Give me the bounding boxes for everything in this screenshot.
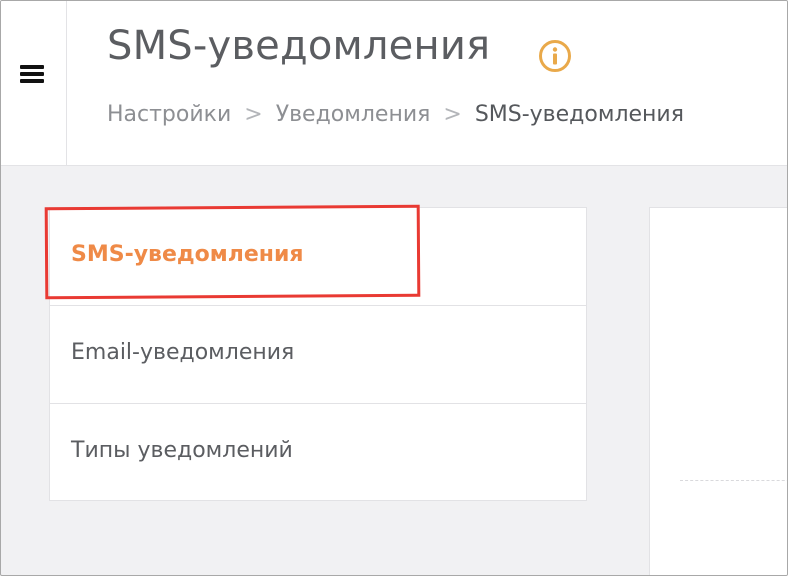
content-panel — [649, 207, 787, 575]
info-circle-icon[interactable] — [538, 39, 572, 73]
breadcrumb-item-notifications[interactable]: Уведомления — [276, 102, 431, 127]
breadcrumb: Настройки > Уведомления > SMS-уведомления — [107, 102, 684, 127]
breadcrumb-item-settings[interactable]: Настройки — [107, 102, 231, 127]
divider — [680, 480, 787, 481]
page-title: SMS-уведомления — [107, 23, 491, 69]
nav-item-label: Типы уведомлений — [71, 438, 293, 463]
breadcrumb-separator: > — [244, 102, 263, 127]
hamburger-menu-icon — [20, 65, 44, 83]
nav-item-email-notifications[interactable]: Email-уведомления — [50, 305, 586, 403]
app-window: SMS-уведомления Настройки > Уведомления > SM… — [0, 0, 788, 576]
nav-item-sms-notifications[interactable]: SMS-уведомления — [50, 208, 586, 305]
nav-item-label: SMS-уведомления — [71, 242, 304, 267]
breadcrumb-separator: > — [443, 102, 462, 127]
breadcrumb-item-current: SMS-уведомления — [474, 102, 684, 127]
nav-item-label: Email-уведомления — [71, 340, 295, 365]
page-header: SMS-уведомления Настройки > Уведомления > SM… — [1, 1, 787, 166]
nav-item-notification-types[interactable]: Типы уведомлений — [50, 403, 586, 501]
menu-button[interactable] — [1, 1, 67, 165]
notifications-nav: SMS-уведомления Email-уведомления Типы у… — [49, 207, 587, 501]
